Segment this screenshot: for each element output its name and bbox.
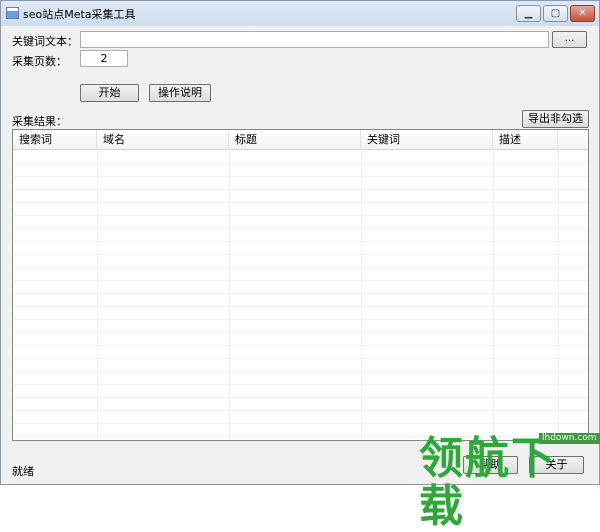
- row-divider: [13, 384, 588, 385]
- row-divider: [13, 306, 588, 307]
- window-title: seo站点Meta采集工具: [23, 8, 136, 21]
- row-divider: [13, 228, 588, 229]
- results-label: 采集结果：: [12, 115, 67, 128]
- row-divider: [13, 423, 588, 424]
- row-divider: [13, 202, 588, 203]
- row-divider: [13, 397, 588, 398]
- watermark: 领航下载 lhdown.com: [419, 433, 600, 531]
- pages-label: 采集页数：: [12, 55, 67, 68]
- app-window-icon: [6, 7, 19, 19]
- app-window: seo站点Meta采集工具 ▁ ▢ ✕ 关键词文本： ... 采集页数： 2 开…: [0, 0, 600, 531]
- pages-field[interactable]: 2: [80, 50, 128, 67]
- help-instructions-button[interactable]: 操作说明: [149, 84, 211, 102]
- row-divider: [13, 332, 588, 333]
- row-divider: [13, 215, 588, 216]
- row-divider: [13, 189, 588, 190]
- row-divider: [13, 241, 588, 242]
- watermark-url: lhdown.com: [539, 433, 600, 444]
- row-divider: [13, 267, 588, 268]
- watermark-text: 领航下载: [419, 433, 557, 532]
- row-divider: [13, 358, 588, 359]
- row-divider: [13, 410, 588, 411]
- minimize-button[interactable]: ▁: [516, 5, 541, 22]
- row-divider: [13, 319, 588, 320]
- browse-button[interactable]: ...: [552, 31, 587, 48]
- keyword-label: 关键词文本：: [12, 35, 78, 48]
- results-table[interactable]: 搜索词 域名 标题 关键词 描述: [12, 129, 589, 441]
- close-button[interactable]: ✕: [570, 5, 595, 22]
- row-divider: [13, 254, 588, 255]
- row-divider: [13, 293, 588, 294]
- title-bar[interactable]: seo站点Meta采集工具 ▁ ▢ ✕: [1, 1, 599, 26]
- column-header-title[interactable]: 标题: [229, 130, 361, 150]
- row-divider: [13, 176, 588, 177]
- table-header: 搜索词 域名 标题 关键词 描述: [13, 130, 588, 150]
- export-unchecked-button[interactable]: 导出非勾选: [522, 110, 589, 128]
- column-header-search-term[interactable]: 搜索词: [13, 130, 97, 150]
- column-header-domain[interactable]: 域名: [97, 130, 229, 150]
- row-divider: [13, 345, 588, 346]
- keyword-file-input[interactable]: [80, 31, 549, 48]
- column-header-keywords[interactable]: 关键词: [361, 130, 493, 150]
- status-text: 就绪: [12, 465, 34, 478]
- start-button[interactable]: 开始: [80, 84, 139, 102]
- maximize-button[interactable]: ▢: [543, 5, 568, 22]
- column-header-description[interactable]: 描述: [493, 130, 558, 150]
- row-divider: [13, 371, 588, 372]
- row-divider: [13, 163, 588, 164]
- row-divider: [13, 280, 588, 281]
